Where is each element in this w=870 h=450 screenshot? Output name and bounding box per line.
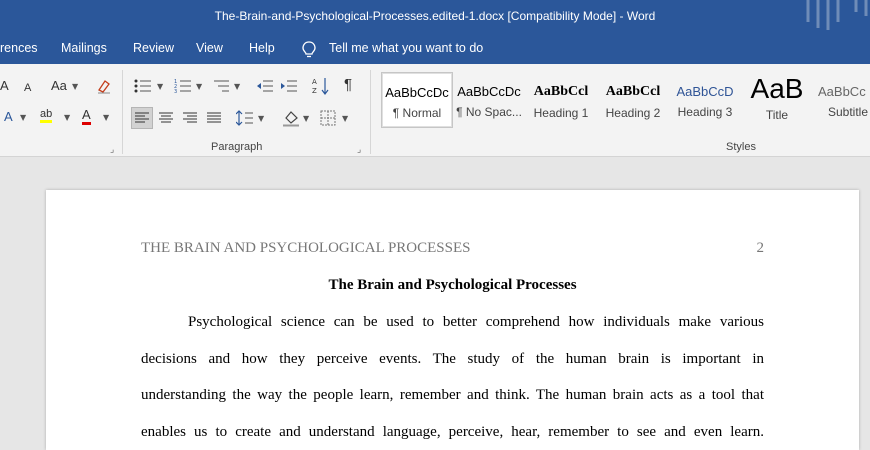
svg-text:3: 3 [174, 89, 177, 94]
align-center-icon[interactable] [158, 111, 174, 125]
group-separator [370, 70, 371, 154]
style-sample: AaBbCcl [533, 84, 589, 99]
grow-font-button[interactable]: A [0, 78, 9, 94]
numbering-icon[interactable]: 123 [174, 78, 192, 94]
lightbulb-icon [302, 41, 316, 58]
chevron-down-icon[interactable]: ▼ [64, 113, 70, 122]
style-sample: AaBbCcD [676, 84, 734, 99]
chevron-down-icon[interactable]: ▼ [342, 114, 348, 123]
style-name: Subtitle [828, 105, 869, 119]
style-name: Title [765, 108, 789, 122]
style-heading-3[interactable]: AaBbCcD Heading 3 [670, 72, 740, 126]
tab-view[interactable]: View [196, 41, 223, 55]
tab-references[interactable]: rences [0, 41, 38, 55]
chevron-down-icon[interactable]: ▼ [103, 113, 109, 122]
paragraph-group-label: Paragraph [211, 141, 263, 153]
style-name: ¶ Normal [392, 106, 442, 120]
justify-icon[interactable] [206, 111, 222, 125]
style-normal[interactable]: AaBbCcDc ¶ Normal [381, 72, 453, 128]
style-title[interactable]: AaB Title [742, 72, 812, 126]
chevron-down-icon[interactable]: ▼ [157, 82, 163, 91]
running-head: THE BRAIN AND PSYCHOLOGICAL PROCESSES [141, 240, 471, 256]
document-title: The Brain and Psychological Processes [328, 277, 577, 293]
font-dialog-launcher-icon[interactable]: ⌟ [110, 141, 114, 157]
svg-text:Z: Z [312, 87, 317, 95]
highlight-color-button[interactable]: ab [40, 108, 53, 123]
title-bar: The-Brain-and-Psychological-Processes.ed… [0, 0, 870, 34]
tab-help[interactable]: Help [249, 41, 275, 55]
font-color-button[interactable]: A [82, 108, 91, 125]
chevron-down-icon[interactable]: ▼ [196, 82, 202, 91]
style-name: Heading 2 [605, 106, 661, 120]
paragraph-dialog-launcher-icon[interactable]: ⌟ [357, 141, 361, 157]
chevron-down-icon[interactable]: ▼ [72, 82, 78, 91]
chevron-down-icon[interactable]: ▼ [234, 82, 240, 91]
window-title: The-Brain-and-Psychological-Processes.ed… [214, 9, 656, 23]
bullets-icon[interactable] [134, 78, 152, 94]
body-line: decisions and how they perceive events. … [141, 351, 764, 367]
style-sample: AaBbCcl [605, 84, 661, 99]
align-right-icon[interactable] [182, 111, 198, 125]
tab-review[interactable]: Review [133, 41, 174, 55]
chevron-down-icon[interactable]: ▼ [258, 114, 264, 123]
body-line: Psychological science can be used to bet… [188, 314, 764, 330]
style-heading-1[interactable]: AaBbCcl Heading 1 [526, 72, 596, 126]
style-heading-2[interactable]: AaBbCcl Heading 2 [598, 72, 668, 126]
svg-text:A: A [312, 78, 317, 86]
style-name: Heading 1 [533, 106, 589, 120]
styles-group-label: Styles [726, 141, 756, 153]
style-no-spacing[interactable]: AaBbCcDc ¶ No Spac... [454, 72, 524, 126]
tab-mailings[interactable]: Mailings [61, 41, 107, 55]
page-number: 2 [756, 240, 765, 256]
style-subtitle[interactable]: AaBbCc Subtitle [814, 72, 870, 126]
borders-icon[interactable] [320, 110, 336, 126]
style-name: Heading 3 [677, 105, 733, 119]
style-sample: AaBbCc [818, 84, 866, 99]
style-name: ¶ No Spac... [456, 105, 522, 119]
shading-icon[interactable] [282, 109, 300, 127]
tell-me-search[interactable]: Tell me what you want to do [329, 41, 483, 55]
line-spacing-icon[interactable] [236, 110, 254, 126]
decrease-indent-icon[interactable] [256, 78, 274, 94]
sort-icon[interactable]: A Z [312, 76, 330, 96]
clear-formatting-icon[interactable] [96, 78, 112, 94]
group-separator [122, 70, 123, 154]
increase-indent-icon[interactable] [280, 78, 298, 94]
ribbon-display-icon[interactable] [800, 0, 870, 34]
align-left-icon [135, 112, 149, 123]
shrink-font-button[interactable]: A [24, 80, 31, 96]
ribbon-tab-bar: rences Mailings Review View Help Tell me… [0, 34, 870, 64]
document-page[interactable]: THE BRAIN AND PSYCHOLOGICAL PROCESSES 2 … [46, 190, 859, 450]
style-sample: AaB [750, 74, 804, 104]
style-sample: AaBbCcDc [385, 85, 449, 100]
ribbon: A A Aa ▼ A ▼ ab ▼ A ▼ ⌟ ▼ 123 ▼ ▼ A Z ¶ [0, 64, 870, 157]
change-case-button[interactable]: Aa [51, 78, 67, 94]
chevron-down-icon[interactable]: ▼ [303, 114, 309, 123]
text-effects-button[interactable]: A [4, 109, 13, 125]
body-line: enables us to create and understand lang… [141, 424, 764, 440]
style-sample: AaBbCcDc [457, 84, 521, 99]
show-formatting-marks-icon[interactable]: ¶ [344, 77, 352, 93]
body-line: understanding the way the people learn, … [141, 387, 764, 403]
multilevel-list-icon[interactable] [212, 78, 230, 94]
chevron-down-icon[interactable]: ▼ [20, 113, 26, 122]
